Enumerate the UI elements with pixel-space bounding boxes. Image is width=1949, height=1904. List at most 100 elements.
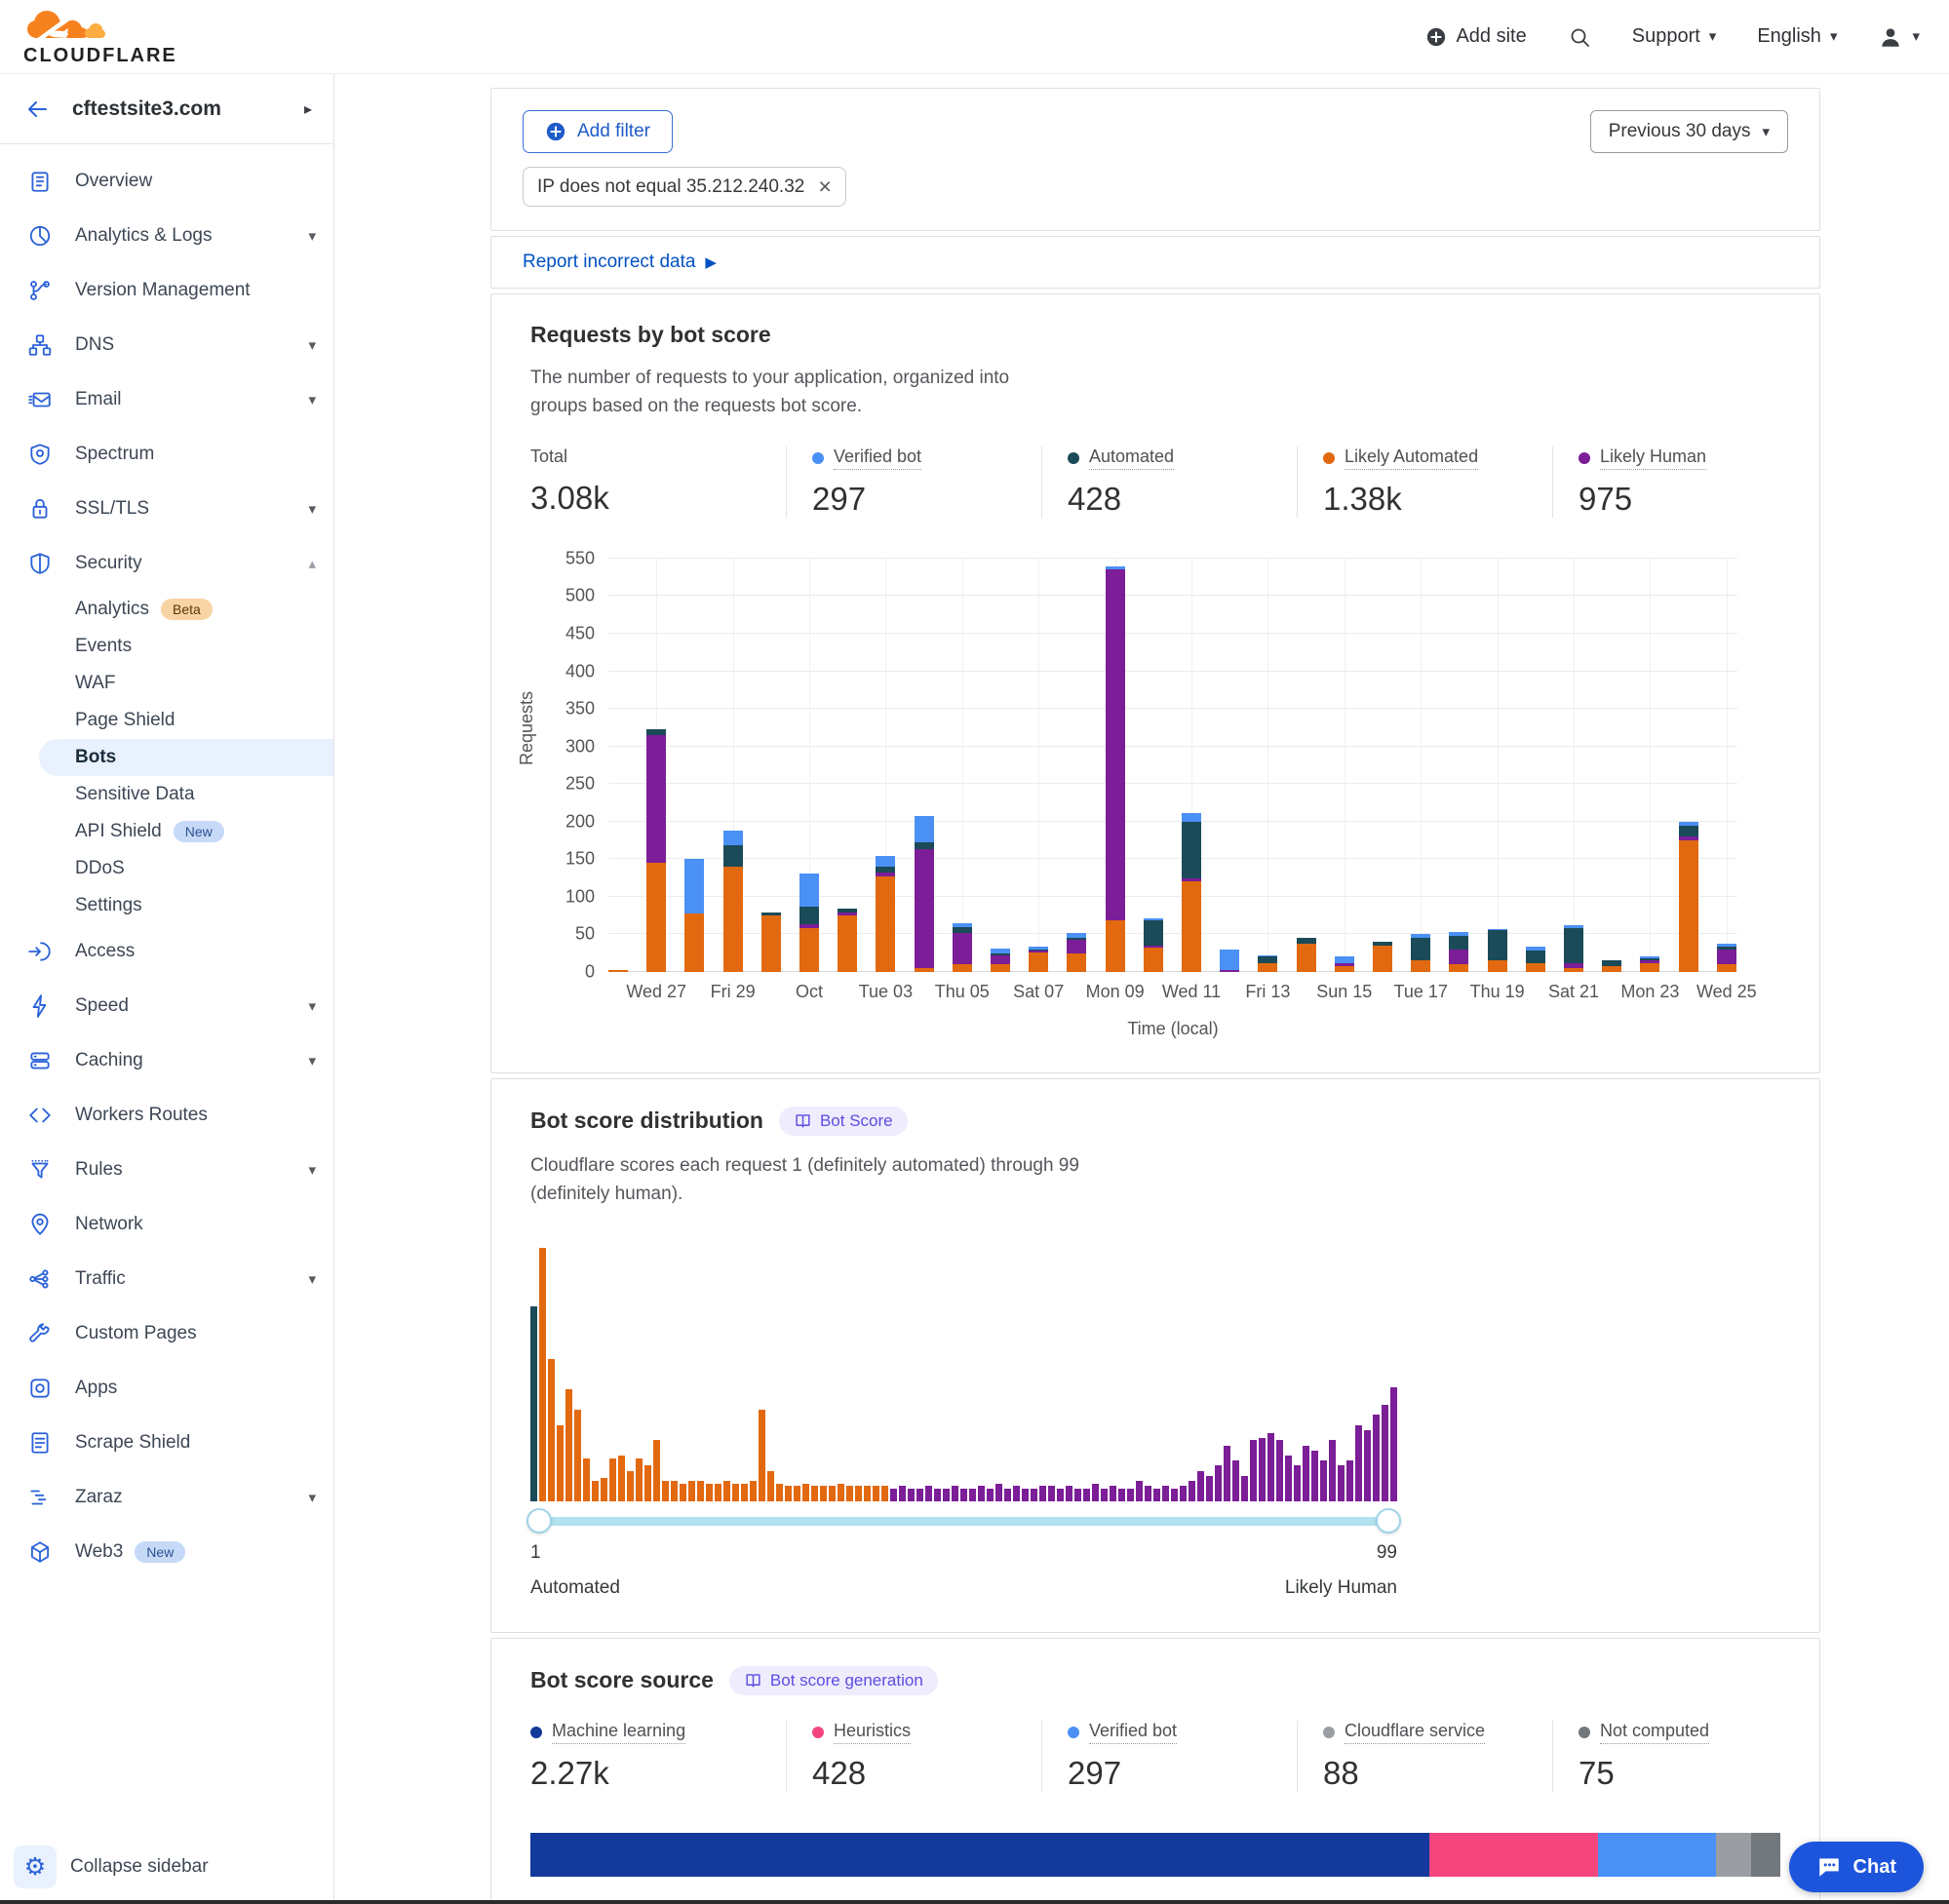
histogram-bar[interactable]	[1074, 1489, 1081, 1501]
chart-bar[interactable]	[1297, 938, 1316, 972]
histogram-bar[interactable]	[802, 1484, 809, 1501]
chart-bar[interactable]	[1488, 929, 1507, 972]
stat-label[interactable]: Heuristics	[834, 1721, 911, 1744]
sidebar-item-dns[interactable]: DNS▾	[0, 318, 333, 372]
histogram-bar[interactable]	[574, 1410, 581, 1501]
source-segment-machine-learning[interactable]	[530, 1833, 1429, 1877]
histogram-bar[interactable]	[1101, 1489, 1108, 1501]
histogram-bar[interactable]	[706, 1484, 713, 1501]
chart-bar[interactable]	[1640, 956, 1659, 971]
source-segment-heuristics[interactable]	[1429, 1833, 1599, 1877]
cloudflare-logo[interactable]: CLOUDFLARE	[23, 9, 177, 65]
slider-handle-max[interactable]	[1376, 1508, 1401, 1534]
sidebar-item-caching[interactable]: Caching▾	[0, 1033, 333, 1088]
histogram-bar[interactable]	[557, 1425, 564, 1501]
histogram-bar[interactable]	[881, 1486, 888, 1501]
histogram-bar[interactable]	[1373, 1415, 1380, 1500]
histogram-bar[interactable]	[1110, 1486, 1116, 1501]
sidebar-item-web3[interactable]: Web3New	[0, 1525, 333, 1579]
histogram-bar[interactable]	[811, 1486, 818, 1501]
histogram-bar[interactable]	[969, 1489, 976, 1501]
histogram-bar[interactable]	[671, 1481, 678, 1501]
histogram-bar[interactable]	[1197, 1471, 1204, 1501]
histogram-bar[interactable]	[548, 1359, 555, 1501]
histogram-bar[interactable]	[1382, 1405, 1388, 1501]
chart-bar[interactable]	[646, 729, 666, 972]
chart-bar[interactable]	[1258, 955, 1277, 972]
source-segment-cloudflare-service[interactable]	[1716, 1833, 1751, 1877]
chart-bar[interactable]	[1717, 944, 1736, 972]
histogram-bar[interactable]	[820, 1486, 827, 1501]
histogram-bar[interactable]	[960, 1489, 967, 1501]
histogram-bar[interactable]	[627, 1471, 634, 1501]
histogram-bar[interactable]	[688, 1481, 695, 1501]
collapse-sidebar-button[interactable]: ⚙ Collapse sidebar	[14, 1846, 209, 1888]
histogram-bar[interactable]	[1303, 1446, 1309, 1501]
sidebar-item-access[interactable]: Access	[0, 924, 333, 979]
histogram-bar[interactable]	[1118, 1489, 1125, 1501]
histogram-bar[interactable]	[794, 1486, 800, 1501]
histogram-bar[interactable]	[916, 1489, 923, 1501]
histogram-bar[interactable]	[539, 1248, 546, 1501]
bot-score-doc-badge[interactable]: Bot Score	[779, 1107, 908, 1136]
sidebar-item-rules[interactable]: Rules▾	[0, 1143, 333, 1197]
histogram-bar[interactable]	[838, 1484, 844, 1501]
histogram-bar[interactable]	[759, 1410, 765, 1501]
histogram-bar[interactable]	[644, 1465, 651, 1500]
histogram-bar[interactable]	[1294, 1465, 1301, 1500]
stat-label[interactable]: Not computed	[1600, 1721, 1709, 1744]
sidebar-item-zaraz[interactable]: Zaraz▾	[0, 1470, 333, 1525]
sidebar-item-traffic[interactable]: Traffic▾	[0, 1252, 333, 1306]
histogram-bar[interactable]	[1215, 1465, 1222, 1500]
histogram-bar[interactable]	[978, 1486, 985, 1501]
histogram-bar[interactable]	[732, 1484, 739, 1501]
histogram-bar[interactable]	[934, 1489, 941, 1501]
histogram-bar[interactable]	[1338, 1465, 1345, 1500]
language-menu[interactable]: English ▾	[1757, 25, 1837, 48]
histogram-bar[interactable]	[1004, 1489, 1011, 1501]
histogram-bar[interactable]	[873, 1486, 879, 1501]
histogram-bar[interactable]	[846, 1486, 853, 1501]
histogram-bar[interactable]	[592, 1481, 599, 1501]
chart-bar[interactable]	[799, 874, 819, 972]
histogram-bar[interactable]	[723, 1481, 730, 1501]
chart-bar[interactable]	[953, 923, 972, 972]
histogram-bar[interactable]	[1346, 1460, 1353, 1501]
chart-bar[interactable]	[1526, 947, 1545, 971]
histogram-bar[interactable]	[890, 1489, 897, 1501]
slider-handle-min[interactable]	[526, 1508, 552, 1534]
chart-bar[interactable]	[761, 913, 781, 972]
histogram-bar[interactable]	[741, 1484, 748, 1501]
histogram-bar[interactable]	[1083, 1489, 1090, 1501]
histogram-bar[interactable]	[601, 1478, 607, 1500]
histogram-bar[interactable]	[1092, 1484, 1099, 1501]
histogram-bar[interactable]	[995, 1484, 1002, 1501]
histogram-bar[interactable]	[1329, 1440, 1336, 1500]
histogram-bar[interactable]	[1320, 1460, 1327, 1501]
source-segment-verified-bot[interactable]	[1598, 1833, 1716, 1877]
histogram-bar[interactable]	[1022, 1489, 1029, 1501]
chart-bar[interactable]	[1679, 822, 1698, 972]
source-segment-not-computed[interactable]	[1751, 1833, 1780, 1877]
histogram-bar[interactable]	[1250, 1440, 1257, 1500]
chart-bar[interactable]	[991, 949, 1010, 972]
histogram-bar[interactable]	[1145, 1486, 1151, 1501]
add-site-button[interactable]: Add site	[1425, 25, 1526, 48]
bot-score-generation-doc-badge[interactable]: Bot score generation	[729, 1666, 938, 1695]
chart-bar[interactable]	[876, 856, 895, 972]
histogram-bar[interactable]	[776, 1484, 783, 1501]
chart-bar[interactable]	[1335, 956, 1354, 971]
chart-bar[interactable]	[1220, 950, 1239, 972]
histogram-bar[interactable]	[987, 1489, 994, 1501]
histogram-bar[interactable]	[767, 1471, 774, 1501]
histogram-bar[interactable]	[864, 1486, 871, 1501]
histogram-bar[interactable]	[1259, 1438, 1266, 1501]
histogram-bar[interactable]	[1276, 1440, 1283, 1500]
histogram-bar[interactable]	[1127, 1489, 1134, 1501]
sidebar-item-spectrum[interactable]: Spectrum	[0, 427, 333, 482]
histogram-bar[interactable]	[1267, 1433, 1274, 1501]
filter-chip[interactable]: IP does not equal 35.212.240.32 ×	[523, 167, 846, 207]
histogram-bar[interactable]	[530, 1306, 537, 1501]
histogram-bar[interactable]	[1171, 1489, 1178, 1501]
chart-bar[interactable]	[1449, 932, 1468, 972]
